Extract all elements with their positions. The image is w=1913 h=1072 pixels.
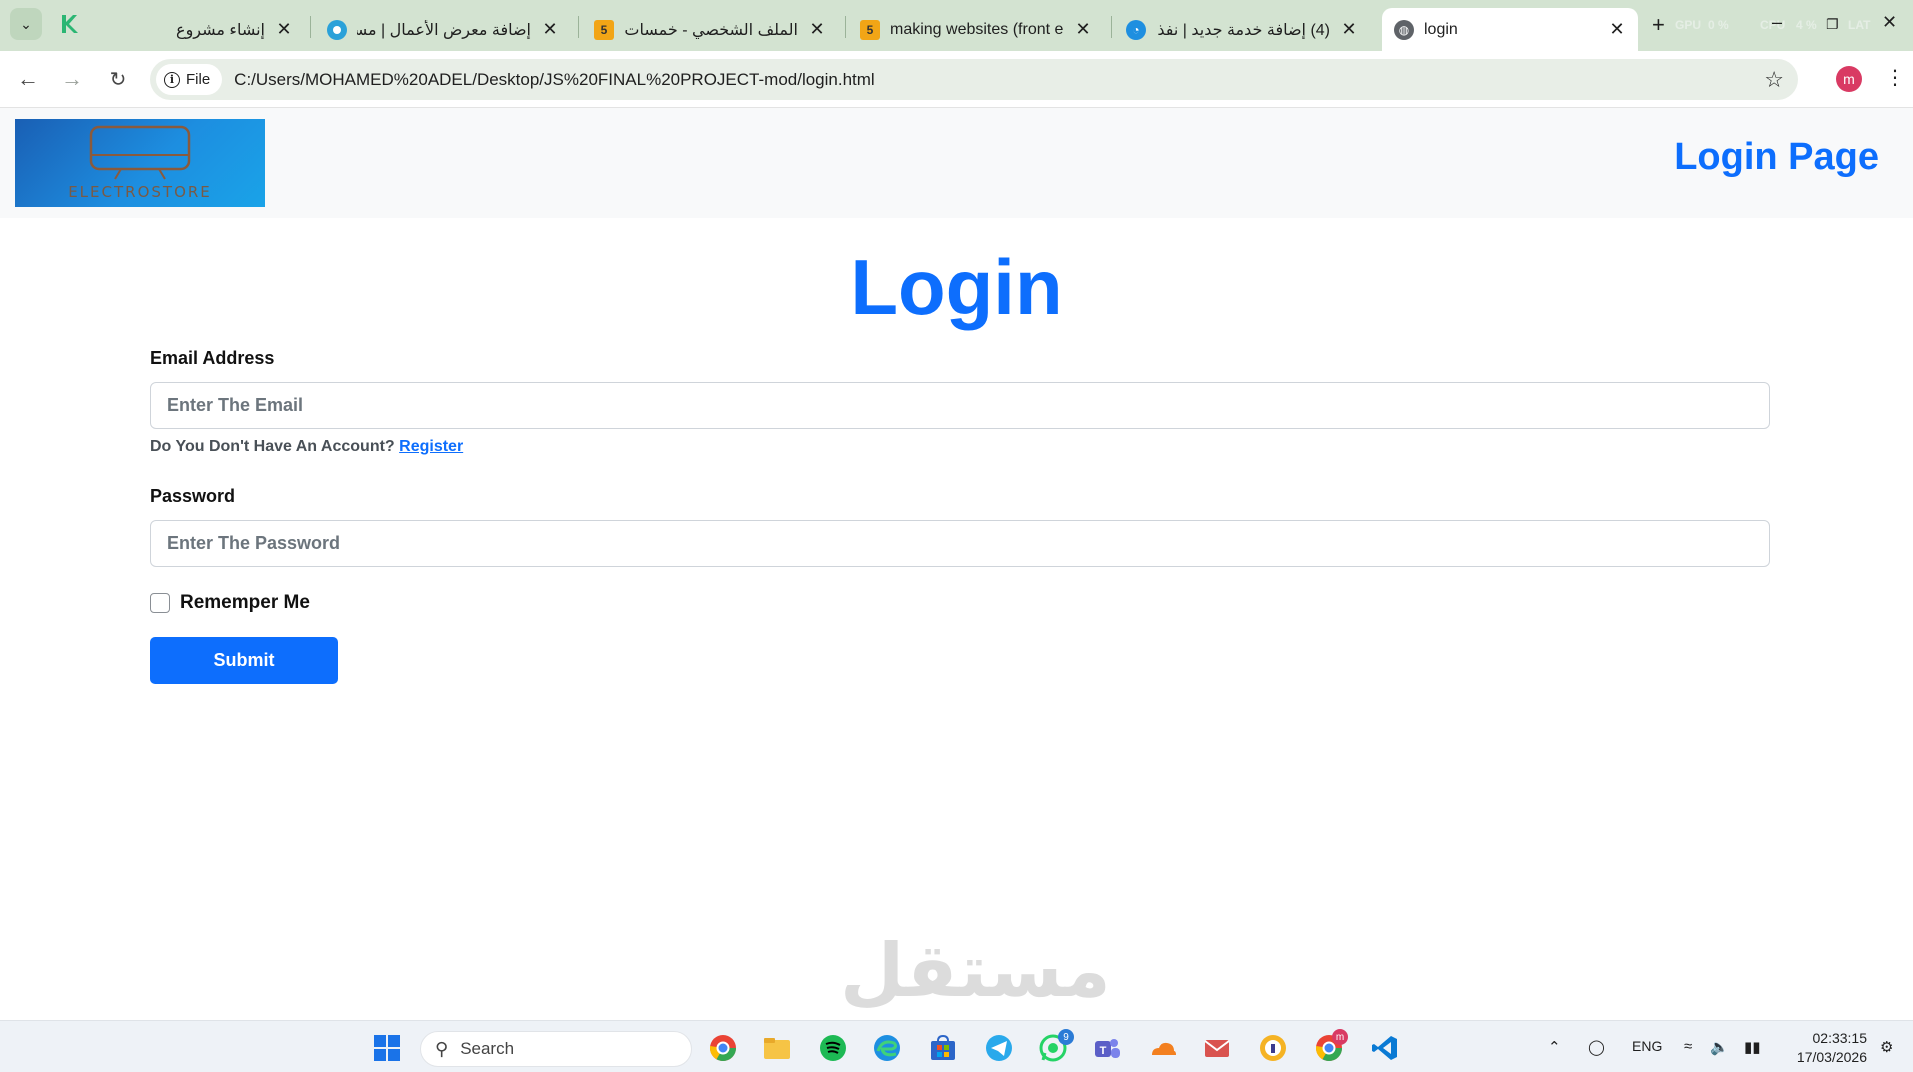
- spotify-icon[interactable]: [818, 1033, 848, 1063]
- close-icon[interactable]: ✕: [1608, 19, 1626, 40]
- password-label: Password: [150, 486, 236, 506]
- mostaql-icon: [62, 15, 78, 33]
- vscode-icon[interactable]: [1370, 1033, 1400, 1063]
- site-header: ELECTROSTORE Login Page: [0, 108, 1913, 218]
- clock-date: 17/03/2026: [1796, 1049, 1867, 1065]
- tab-create-project[interactable]: إنشاء مشروع ✕: [88, 8, 305, 51]
- hud-gpu-label: GPU: [1675, 18, 1702, 32]
- menu-kebab-icon[interactable]: ⋮: [1885, 65, 1905, 90]
- tab-title: (4) إضافة خدمة جديد | نفذلي: [1156, 21, 1330, 39]
- mail-icon[interactable]: [1202, 1033, 1232, 1063]
- whatsapp-badge: 9: [1058, 1029, 1074, 1045]
- reload-icon[interactable]: ↻: [104, 65, 132, 93]
- edge-icon[interactable]: [872, 1033, 902, 1063]
- tab-title: إنشاء مشروع: [176, 21, 265, 39]
- file-chip-label: File: [186, 71, 211, 88]
- url-text[interactable]: C:/Users/MOHAMED%20ADEL/Desktop/JS%20FIN…: [234, 70, 1798, 90]
- close-icon[interactable]: ✕: [1340, 19, 1358, 40]
- register-link[interactable]: Register: [399, 438, 463, 455]
- battery-icon[interactable]: ▮▮: [1744, 1038, 1761, 1056]
- taskbar-search[interactable]: ⚲ Search: [420, 1031, 692, 1067]
- profile-badge: m: [1332, 1029, 1348, 1045]
- browser-tab-strip: ⌄ إنشاء مشروع ✕ إضافة معرض الأعمال | مست…: [0, 0, 1913, 51]
- restore-icon[interactable]: ❐: [1826, 16, 1839, 33]
- chevron-up-icon[interactable]: ⌃: [1548, 1038, 1561, 1056]
- logo-text: ELECTROSTORE: [68, 183, 212, 201]
- teams-icon[interactable]: T: [1092, 1033, 1122, 1063]
- khamsat-icon: 5: [594, 19, 614, 40]
- taskbar-search-label: Search: [460, 1039, 515, 1058]
- new-tab-plus-icon[interactable]: +: [1652, 12, 1665, 38]
- language-indicator[interactable]: ENG: [1632, 1038, 1662, 1054]
- profile-avatar[interactable]: m: [1836, 66, 1862, 92]
- password-input[interactable]: [150, 520, 1770, 567]
- window-close-icon[interactable]: ✕: [1882, 12, 1897, 33]
- page-content: ELECTROSTORE Login Page Login Email Addr…: [0, 108, 1913, 1020]
- notifications-bell-icon[interactable]: ⚙: [1880, 1038, 1893, 1056]
- tab-login[interactable]: ◍ login ✕: [1382, 8, 1638, 51]
- nafezly-icon: ◔: [1126, 19, 1146, 40]
- tab-title: login: [1424, 20, 1458, 38]
- tab-title: إضافة معرض الأعمال | مستقل: [357, 21, 531, 39]
- header-title: Login Page: [1674, 136, 1879, 178]
- tab-portfolio[interactable]: إضافة معرض الأعمال | مستقل ✕: [315, 8, 571, 51]
- close-icon[interactable]: ✕: [1074, 19, 1092, 40]
- remember-me-label[interactable]: Rememper Me: [180, 592, 310, 614]
- hud-gpu-value: 0 %: [1708, 18, 1729, 32]
- khamsat-icon: 5: [860, 19, 880, 40]
- svg-text:T: T: [1100, 1045, 1107, 1057]
- site-logo[interactable]: ELECTROSTORE: [15, 119, 265, 207]
- register-hint: Do You Don't Have An Account? Register: [150, 438, 463, 456]
- file-explorer-icon[interactable]: [762, 1033, 792, 1063]
- chevron-down-icon: ⌄: [20, 15, 32, 32]
- volume-icon[interactable]: 🔈: [1710, 1038, 1729, 1056]
- site-info-chip[interactable]: i File: [156, 64, 223, 95]
- close-icon[interactable]: ✕: [275, 19, 293, 40]
- info-icon: i: [164, 71, 180, 88]
- tab-making-websites[interactable]: 5 making websites (front end ✕: [848, 8, 1104, 51]
- register-hint-text: Do You Don't Have An Account?: [150, 438, 395, 455]
- tab-separator: [845, 16, 846, 38]
- minimize-icon[interactable]: –: [1772, 12, 1782, 33]
- back-arrow-icon[interactable]: ←: [14, 65, 42, 93]
- tab-separator: [578, 16, 579, 38]
- tab-nafezly[interactable]: ◔ (4) إضافة خدمة جديد | نفذلي ✕: [1114, 8, 1370, 51]
- pinned-tab[interactable]: [58, 12, 80, 36]
- search-icon: ⚲: [435, 1038, 449, 1059]
- close-icon[interactable]: ✕: [541, 19, 559, 40]
- vpn-shield-icon[interactable]: [1258, 1033, 1288, 1063]
- email-input[interactable]: [150, 382, 1770, 429]
- remember-me-checkbox[interactable]: [150, 593, 170, 613]
- login-heading: Login: [850, 243, 1063, 331]
- tab-title: making websites (front end: [890, 20, 1064, 38]
- submit-button[interactable]: Submit: [150, 637, 338, 684]
- address-bar[interactable]: i File C:/Users/MOHAMED%20ADEL/Desktop/J…: [150, 59, 1798, 100]
- cloudflare-icon[interactable]: [1148, 1033, 1178, 1063]
- bookmark-star-icon[interactable]: ☆: [1764, 67, 1784, 93]
- windows-taskbar: ⚲ Search 9 T m ⌃ ◯ ENG ≈ 🔈 ▮▮ 02:33:15 1…: [0, 1020, 1913, 1072]
- hud-lat-label: LAT: [1848, 18, 1871, 32]
- wifi-icon[interactable]: ≈: [1684, 1038, 1692, 1055]
- system-clock[interactable]: 02:33:15 17/03/2026: [1797, 1029, 1867, 1067]
- tab-search-button[interactable]: ⌄: [10, 8, 42, 40]
- browser-toolbar: ← → ↻ i File C:/Users/MOHAMED%20ADEL/Des…: [0, 51, 1913, 108]
- forward-arrow-icon[interactable]: →: [58, 65, 86, 93]
- tab-khamsat-profile[interactable]: 5 الملف الشخصي - خمسات ✕: [582, 8, 838, 51]
- email-label: Email Address: [150, 348, 275, 368]
- tab-separator: [310, 16, 311, 38]
- close-icon[interactable]: ✕: [808, 19, 826, 40]
- mostaql-watermark: مستقل: [840, 928, 1111, 1014]
- tab-separator: [1111, 16, 1112, 38]
- battery-saver-icon[interactable]: ◯: [1588, 1038, 1605, 1056]
- hud-cpu-value: 4 %: [1796, 18, 1817, 32]
- globe-icon: ◍: [1394, 19, 1414, 40]
- mostaql-circle-icon: [327, 19, 347, 40]
- tab-title: الملف الشخصي - خمسات: [624, 21, 798, 39]
- telegram-icon[interactable]: [984, 1033, 1014, 1063]
- clock-time: 02:33:15: [1812, 1030, 1868, 1046]
- windows-start-icon[interactable]: [372, 1033, 402, 1063]
- chrome-icon[interactable]: [708, 1033, 738, 1063]
- microsoft-store-icon[interactable]: [928, 1033, 958, 1063]
